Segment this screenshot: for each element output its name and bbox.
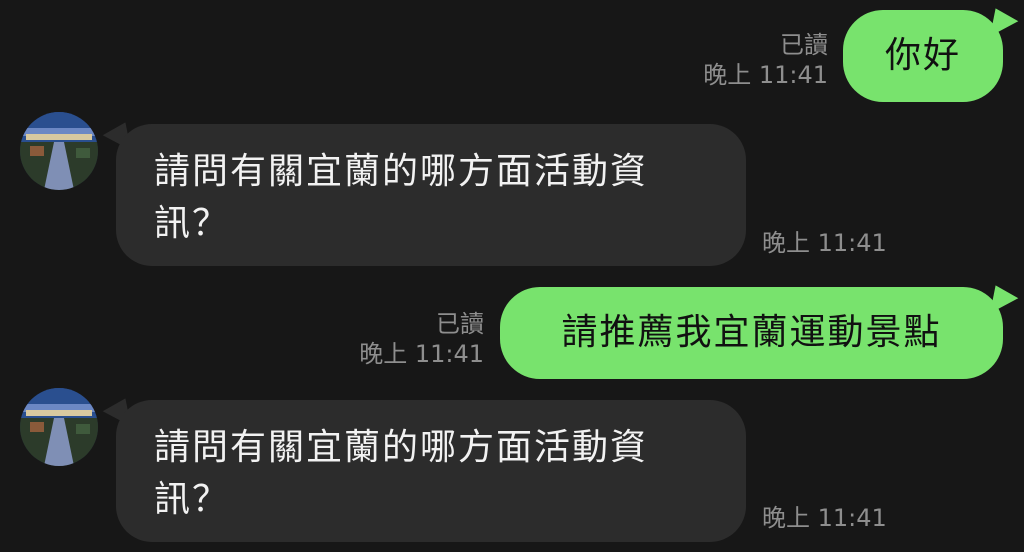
avatar-photo-icon <box>20 112 98 190</box>
outgoing-message-bubble[interactable]: 你好 <box>843 10 1003 102</box>
read-receipt: 已讀 <box>780 31 828 59</box>
read-receipt: 已讀 <box>436 310 484 338</box>
message-meta: 已讀 晚上 11:41 <box>356 309 484 369</box>
message-text: 請推薦我宜蘭運動景點 <box>561 312 942 353</box>
message-time: 晚上 11:41 <box>703 61 828 89</box>
message-time: 晚上 11:41 <box>762 504 887 532</box>
avatar-photo-icon <box>20 388 98 466</box>
chat-view: 已讀 晚上 11:41 你好 請問有關宜蘭的哪方面活動資訊？ 晚上 11:41 … <box>0 0 1024 552</box>
message-text: 請問有關宜蘭的哪方面活動資訊？ <box>154 151 649 244</box>
contact-avatar[interactable] <box>20 112 98 190</box>
outgoing-message-bubble[interactable]: 請推薦我宜蘭運動景點 <box>500 287 1003 379</box>
message-time: 晚上 11:41 <box>359 340 484 368</box>
contact-avatar[interactable] <box>20 388 98 466</box>
incoming-message-bubble[interactable]: 請問有關宜蘭的哪方面活動資訊？ <box>116 400 746 542</box>
message-text: 請問有關宜蘭的哪方面活動資訊？ <box>154 427 649 520</box>
message-time: 晚上 11:41 <box>762 229 887 257</box>
message-text: 你好 <box>884 35 961 76</box>
message-meta: 已讀 晚上 11:41 <box>700 30 828 90</box>
incoming-message-bubble[interactable]: 請問有關宜蘭的哪方面活動資訊？ <box>116 124 746 266</box>
